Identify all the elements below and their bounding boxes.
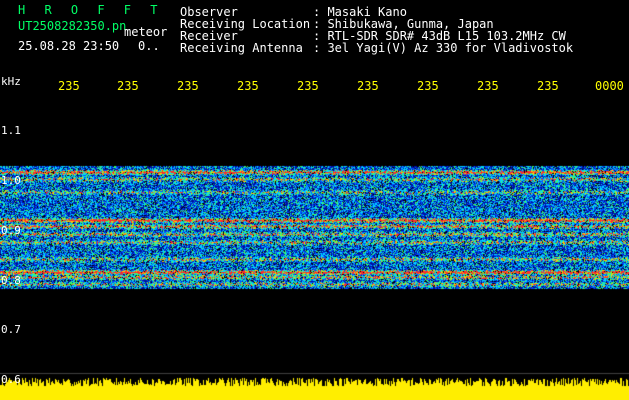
freq-tick: 0.6 [1, 373, 21, 386]
time-tick: 235 [477, 79, 499, 93]
axis-unit: kHz [1, 75, 21, 88]
antenna-value: : 3el Yagi(V) Az 330 for Vladivostok [313, 41, 574, 55]
filename-label: UT2508282350.pn [18, 19, 127, 33]
time-tick: 0000 [595, 79, 624, 93]
freq-tick: 0.8 [1, 274, 21, 287]
time-tick: 235 [417, 79, 439, 93]
freq-tick: 0.7 [1, 323, 21, 336]
extra-label: 0.. [138, 39, 160, 53]
freq-tick: 0.9 [1, 224, 21, 237]
datetime-label: 25.08.28 23:50 [18, 39, 120, 53]
time-tick: 235 [117, 79, 139, 93]
time-tick: 235 [177, 79, 199, 93]
time-tick: 235 [297, 79, 319, 93]
antenna-label: Receiving Antenna [180, 41, 303, 55]
time-tick: 235 [357, 79, 379, 93]
freq-tick: 1.0 [1, 174, 21, 187]
time-tick: 235 [58, 79, 80, 93]
spectrogram-canvas [0, 96, 629, 400]
meteor-label: meteor [124, 25, 168, 39]
freq-tick: 1.1 [1, 124, 21, 137]
time-tick: 235 [537, 79, 559, 93]
program-title: H R O F F T [18, 3, 164, 17]
time-tick: 235 [237, 79, 259, 93]
